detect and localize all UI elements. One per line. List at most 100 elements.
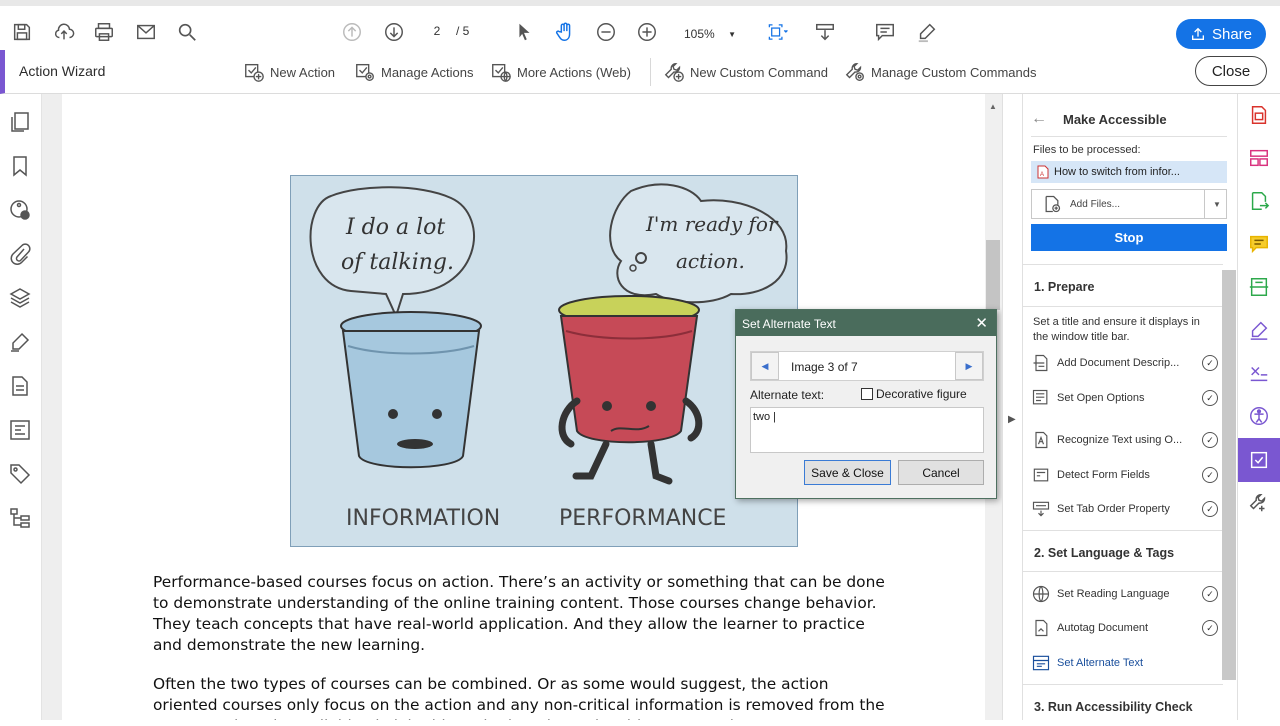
scan-ocr-icon[interactable] — [1248, 276, 1270, 298]
right-bubble-text-2: action. — [676, 249, 745, 273]
search-icon[interactable] — [173, 18, 201, 46]
share-label: Share — [1211, 25, 1253, 43]
back-arrow-icon[interactable]: ← — [1031, 110, 1047, 128]
document-icon[interactable] — [8, 374, 32, 398]
collapse-right-arrow-icon[interactable]: ▶ — [1008, 414, 1016, 425]
structure-tree-icon[interactable] — [8, 506, 32, 530]
scroll-up-arrow-icon[interactable]: ▲ — [989, 102, 997, 111]
panel-divider — [1031, 136, 1227, 137]
comment-icon[interactable] — [871, 18, 899, 46]
action-wizard-icon[interactable] — [1248, 449, 1270, 471]
check-circle-icon: ✓ — [1202, 432, 1218, 448]
new-action-label: New Action — [270, 64, 336, 80]
highlight-pen-icon[interactable] — [913, 18, 941, 46]
document-scroll-thumb[interactable] — [986, 240, 1000, 310]
zoom-out-icon[interactable] — [592, 18, 620, 46]
signature-pen-icon[interactable] — [8, 330, 32, 354]
page-fit-icon[interactable] — [760, 18, 796, 46]
section-language-tags: 2. Set Language & Tags — [1023, 530, 1223, 572]
page-number-input[interactable]: 2 — [420, 24, 454, 44]
cancel-button[interactable]: Cancel — [898, 460, 984, 485]
accessibility-icon[interactable] — [1248, 405, 1270, 427]
save-close-button[interactable]: Save & Close — [804, 460, 891, 485]
files-label: Files to be processed: — [1033, 144, 1141, 156]
zoom-select[interactable]: 105% ▼ — [676, 22, 740, 46]
page-thumbnails-icon[interactable] — [8, 110, 32, 134]
zoom-in-icon[interactable] — [633, 18, 661, 46]
file-name: How to switch from infor... — [1054, 166, 1180, 178]
action-set-open-options[interactable]: Set Open Options ✓ — [1031, 386, 1218, 410]
panel-scrollbar[interactable] — [1222, 270, 1236, 680]
toolbar-divider — [650, 58, 651, 86]
file-list-item[interactable]: A How to switch from infor... — [1031, 161, 1227, 183]
attachment-icon[interactable] — [8, 242, 32, 266]
information-cup — [340, 311, 482, 469]
bookmark-icon[interactable] — [8, 154, 32, 178]
information-caption: INFORMATION — [346, 506, 500, 531]
make-accessible-panel: ← Make Accessible Files to be processed:… — [1022, 94, 1236, 720]
manage-custom-commands-button[interactable]: Manage Custom Commands — [844, 60, 1036, 84]
action-set-tab-order[interactable]: Set Tab Order Property ✓ — [1031, 497, 1218, 521]
more-actions-web-button[interactable]: More Actions (Web) — [490, 60, 631, 84]
cloud-upload-icon[interactable] — [50, 18, 78, 46]
share-button[interactable]: Share — [1176, 19, 1266, 49]
right-tools-rail — [1237, 94, 1280, 720]
image-navigator: ◀ Image 3 of 7 ▶ — [750, 351, 984, 381]
stop-button[interactable]: Stop — [1031, 224, 1227, 251]
body-paragraph-1: Performance-based courses focus on actio… — [153, 573, 885, 654]
comment-tool-icon[interactable] — [1248, 233, 1270, 255]
action-wizard-bar: Action Wizard New Action Manage Actions … — [0, 50, 1280, 94]
print-icon[interactable] — [90, 18, 118, 46]
tag-icon[interactable] — [8, 462, 32, 486]
export-pdf-icon[interactable] — [1248, 190, 1270, 212]
section-divider — [1023, 306, 1223, 307]
more-tools-icon[interactable] — [1248, 492, 1270, 514]
check-circle-icon: ✓ — [1202, 501, 1218, 517]
action-set-reading-language[interactable]: Set Reading Language ✓ — [1031, 582, 1218, 606]
email-icon[interactable] — [132, 18, 160, 46]
add-files-dropdown[interactable]: Add Files... ▼ — [1031, 189, 1227, 219]
organize-pages-icon[interactable] — [1248, 147, 1270, 169]
manage-actions-button[interactable]: Manage Actions — [354, 60, 474, 84]
chevron-down-icon: ▼ — [728, 29, 736, 39]
dialog-close-icon[interactable]: ✕ — [975, 314, 988, 332]
next-page-icon[interactable] — [380, 18, 408, 46]
hand-tool-icon[interactable] — [551, 18, 579, 46]
close-button[interactable]: Close — [1195, 56, 1267, 86]
wrench-plus-icon — [664, 63, 684, 82]
save-icon[interactable] — [8, 18, 36, 46]
create-pdf-icon[interactable] — [1248, 104, 1270, 126]
content-order-icon[interactable] — [8, 418, 32, 442]
body-paragraph-2: Often the two types of courses can be co… — [153, 675, 885, 720]
action-recognize-text[interactable]: Recognize Text using O... ✓ — [1031, 428, 1218, 452]
accessibility-tags-icon[interactable] — [8, 198, 32, 222]
action-autotag-document[interactable]: Autotag Document ✓ — [1031, 616, 1218, 640]
wizard-title: Action Wizard — [19, 63, 106, 79]
section-description: Set a title and ensure it displays in th… — [1033, 316, 1200, 343]
fill-sign-icon[interactable] — [1248, 319, 1270, 341]
action-detect-form-fields[interactable]: Detect Form Fields ✓ — [1031, 463, 1218, 487]
performance-cup — [558, 295, 703, 485]
action-label: Recognize Text using O... — [1057, 434, 1183, 446]
action-label: Set Open Options — [1057, 392, 1145, 404]
more-actions-icon — [492, 63, 511, 82]
document-plus-icon — [1033, 354, 1048, 372]
decorative-figure-checkbox[interactable] — [861, 388, 873, 400]
new-custom-command-label: New Custom Command — [690, 64, 828, 80]
action-set-alternate-text[interactable]: Set Alternate Text — [1031, 651, 1217, 675]
new-custom-command-button[interactable]: New Custom Command — [663, 60, 828, 84]
layers-icon[interactable] — [8, 286, 32, 310]
alternate-text-input[interactable]: two | — [750, 407, 984, 453]
action-add-document-description[interactable]: Add Document Descrip... ✓ — [1031, 351, 1218, 375]
previous-image-button[interactable]: ◀ — [751, 352, 779, 380]
more-actions-label: More Actions (Web) — [517, 64, 631, 80]
previous-page-icon[interactable] — [338, 18, 366, 46]
check-circle-icon: ✓ — [1202, 467, 1218, 483]
new-action-button[interactable]: New Action — [243, 60, 335, 84]
select-cursor-icon[interactable] — [510, 18, 538, 46]
scroll-mode-icon[interactable] — [811, 18, 839, 46]
measure-icon[interactable] — [1248, 362, 1270, 384]
autotag-icon — [1035, 619, 1048, 637]
check-circle-icon: ✓ — [1202, 390, 1218, 406]
next-image-button[interactable]: ▶ — [955, 352, 983, 380]
